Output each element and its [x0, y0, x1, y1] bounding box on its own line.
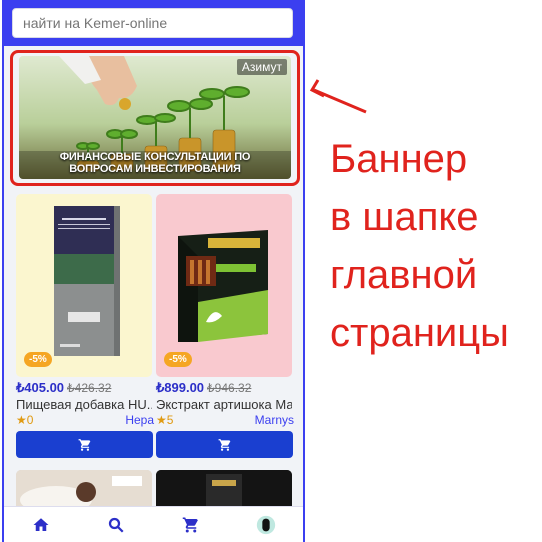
annotation-line: страницы: [330, 311, 509, 355]
banner-caption-line: ФИНАНСОВЫЕ КОНСУЛЬТАЦИИ ПО: [59, 151, 251, 163]
pillow-product-image: [16, 470, 152, 510]
banner-caption-line: ВОПРОСАМ ИНВЕСТИРОВАНИЯ: [69, 163, 241, 175]
rating: ★5: [156, 413, 173, 427]
nav-home[interactable]: [21, 510, 61, 540]
mobile-app-frame: Азимут ФИНАНСОВЫЕ КОНСУЛЬТАЦИИ ПО ВОПРОС…: [2, 0, 305, 542]
product-title[interactable]: Экстракт артишока Ма...: [156, 397, 292, 412]
profile-icon: [256, 515, 275, 534]
product-image[interactable]: -5%: [156, 194, 292, 377]
banner-brand-label: Азимут: [236, 59, 287, 75]
dark-product-image: [156, 470, 292, 510]
old-price: ₺426.32: [67, 381, 112, 395]
promo-banner[interactable]: Азимут ФИНАНСОВЫЕ КОНСУЛЬТАЦИИ ПО ВОПРОС…: [19, 56, 291, 179]
product-image[interactable]: [156, 470, 292, 510]
product-meta: ★5 Marnys: [156, 413, 294, 429]
discount-badge: -5%: [164, 352, 192, 367]
cart-icon: [182, 517, 198, 532]
rating: ★0: [16, 413, 33, 427]
supplement-box-image: [54, 206, 120, 356]
cart-icon: [78, 438, 90, 451]
nav-profile[interactable]: [246, 510, 286, 540]
product-title[interactable]: Пищевая добавка HU...: [16, 397, 152, 412]
home-icon: [33, 517, 49, 531]
brand-link[interactable]: Marnys: [255, 413, 294, 427]
search-input[interactable]: [12, 8, 293, 38]
banner-caption: ФИНАНСОВЫЕ КОНСУЛЬТАЦИИ ПО ВОПРОСАМ ИНВЕ…: [19, 151, 291, 175]
annotation-line: главной: [330, 253, 478, 297]
annotation-text: Баннер в шапке главной страницы: [330, 130, 509, 362]
star-icon: ★: [16, 413, 27, 427]
header-bar: [4, 0, 303, 46]
discount-badge: -5%: [24, 352, 52, 367]
price-row: ₺899.00 ₺946.32: [156, 380, 251, 396]
banner-highlight-frame: Азимут ФИНАНСОВЫЕ КОНСУЛЬТАЦИИ ПО ВОПРОС…: [10, 50, 300, 186]
product-image[interactable]: [16, 470, 152, 510]
nav-search[interactable]: [96, 510, 136, 540]
add-to-cart-button[interactable]: [156, 431, 293, 458]
annotation-arrow-icon: [309, 79, 367, 114]
rating-value: 5: [166, 413, 174, 427]
price: ₺899.00: [156, 380, 205, 395]
star-icon: ★: [156, 413, 167, 427]
bottom-navigation: [4, 506, 303, 542]
search-icon: [109, 517, 124, 533]
old-price: ₺946.32: [207, 381, 252, 395]
rating-value: 0: [26, 413, 34, 427]
product-meta: ★0 Hepa: [16, 413, 154, 429]
brand-link[interactable]: Hepa: [125, 413, 154, 427]
price-row: ₺405.00 ₺426.32: [16, 380, 111, 396]
cart-icon: [218, 438, 230, 451]
nav-cart[interactable]: [171, 510, 211, 540]
add-to-cart-button[interactable]: [16, 431, 153, 458]
price: ₺405.00: [16, 380, 65, 395]
annotation-line: в шапке: [330, 195, 479, 239]
product-image[interactable]: -5%: [16, 194, 152, 377]
artichoke-box-image: [178, 230, 268, 342]
annotation-line: Баннер: [330, 137, 468, 181]
